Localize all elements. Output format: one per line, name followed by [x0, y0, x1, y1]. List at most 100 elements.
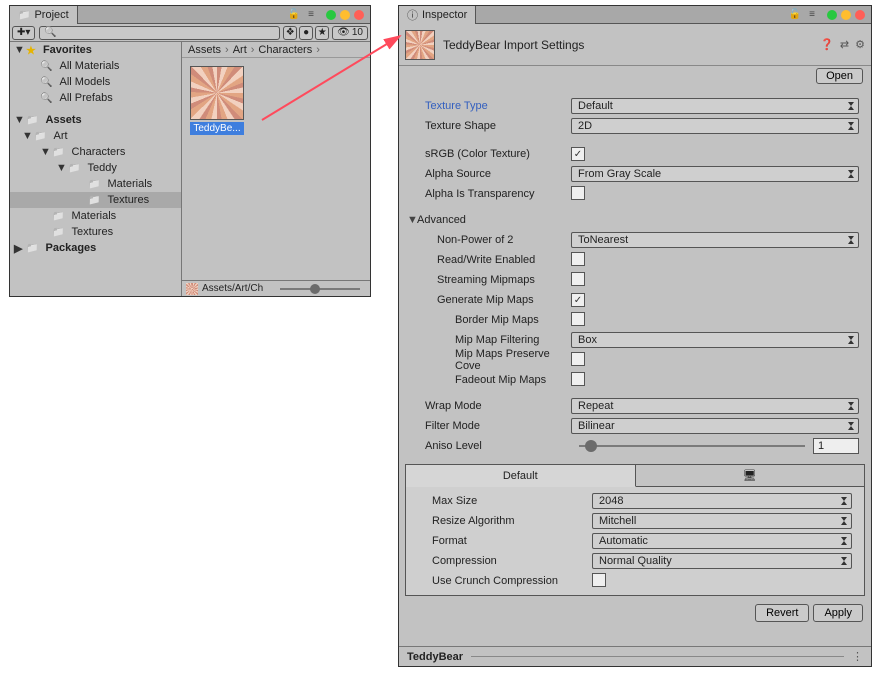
search-icon — [40, 60, 52, 72]
label-rw: Read/Write Enabled — [405, 254, 571, 266]
packages-header[interactable]: ▶ Packages — [10, 240, 181, 256]
checkbox-rw[interactable] — [571, 252, 585, 266]
asset-thumbnail[interactable]: TeddyBe... — [190, 66, 244, 135]
tree-teddy-materials[interactable]: Materials — [10, 176, 181, 192]
select-filter[interactable]: Bilinear — [571, 418, 859, 434]
aniso-input[interactable]: 1 — [813, 438, 859, 454]
select-compression[interactable]: Normal Quality — [592, 553, 852, 569]
checkbox-mip-preserve[interactable] — [571, 352, 585, 366]
select-texture-type[interactable]: Default — [571, 98, 859, 114]
apply-button[interactable]: Apply — [813, 604, 863, 622]
preview-menu-icon[interactable]: ⋮ — [852, 650, 863, 663]
eye-slash-icon: 👁 — [337, 27, 350, 38]
tree-characters[interactable]: ▼ Characters — [10, 144, 181, 160]
platform-tab-standalone[interactable]: 🖥 — [636, 465, 865, 487]
gear-icon[interactable]: ⚙ — [855, 38, 865, 51]
fav-item-all-materials[interactable]: All Materials — [10, 58, 181, 74]
select-mip-filter[interactable]: Box — [571, 332, 859, 348]
close-dot[interactable] — [354, 10, 364, 20]
window-menu-icon[interactable]: ≡ — [805, 9, 821, 20]
inspector-tab[interactable]: ⓘ Inspector — [399, 6, 476, 24]
platform-settings-box: Default 🖥 Max Size2048 Resize AlgorithmM… — [405, 464, 865, 596]
project-window: Project 🔓 ≡ ✚▾ 🔍 ❖ ● ★ 👁 10 ▼ Favorites … — [9, 5, 371, 297]
create-menu[interactable]: ✚▾ — [12, 26, 35, 40]
maximize-dot[interactable] — [340, 10, 350, 20]
info-icon: ⓘ — [407, 7, 418, 23]
label-aniso: Aniso Level — [405, 440, 571, 452]
label-format: Format — [412, 535, 592, 547]
favorites-header[interactable]: ▼ Favorites — [10, 42, 181, 58]
label-crunch: Use Crunch Compression — [412, 575, 592, 587]
label-compression: Compression — [412, 555, 592, 567]
thumbnail-size-slider[interactable] — [280, 288, 360, 290]
search-icon: 🔍 — [44, 27, 56, 38]
assets-header[interactable]: ▼ Assets — [10, 112, 181, 128]
platform-tab-default[interactable]: Default — [406, 465, 636, 487]
checkbox-srgb[interactable]: ✓ — [571, 147, 585, 161]
window-menu-icon[interactable]: ≡ — [304, 9, 320, 20]
tree-materials[interactable]: Materials — [10, 208, 181, 224]
tree-textures[interactable]: Textures — [10, 224, 181, 240]
checkbox-border-mip[interactable] — [571, 312, 585, 326]
preset-icon[interactable]: ⇄ — [840, 38, 849, 51]
search-input[interactable]: 🔍 — [39, 26, 280, 40]
asset-large-icon — [405, 30, 435, 60]
close-dot[interactable] — [855, 10, 865, 20]
footer-path: Assets/Art/Ch — [202, 283, 263, 294]
filter-by-type-button[interactable]: ❖ — [283, 26, 297, 40]
inspector-header: TeddyBear Import Settings ❓ ⇄ ⚙ — [399, 24, 871, 66]
lock-icon[interactable]: 🔓 — [789, 9, 801, 20]
select-wrap[interactable]: Repeat — [571, 398, 859, 414]
preview-header[interactable]: TeddyBear ⋮ — [399, 646, 871, 666]
tree-teddy[interactable]: ▼ Teddy — [10, 160, 181, 176]
label-mip-filter: Mip Map Filtering — [405, 334, 571, 346]
folder-icon — [26, 114, 38, 126]
minimize-dot[interactable] — [326, 10, 336, 20]
tree-art[interactable]: ▼ Art — [10, 128, 181, 144]
label-srgb: sRGB (Color Texture) — [405, 148, 571, 160]
checkbox-gen-mipmaps[interactable]: ✓ — [571, 293, 585, 307]
label-wrap: Wrap Mode — [405, 400, 571, 412]
lock-icon[interactable]: 🔓 — [288, 9, 300, 20]
page-title: TeddyBear Import Settings — [443, 38, 584, 52]
filter-by-label-button[interactable]: ● — [299, 26, 313, 40]
select-max-size[interactable]: 2048 — [592, 493, 852, 509]
help-icon[interactable]: ❓ — [820, 38, 834, 51]
breadcrumb-art[interactable]: Art — [233, 44, 247, 56]
hidden-toggle[interactable]: 👁 10 — [332, 26, 368, 40]
select-texture-shape[interactable]: 2D — [571, 118, 859, 134]
traffic-lights — [320, 10, 370, 20]
hidden-count: 10 — [352, 27, 363, 38]
breadcrumb-assets[interactable]: Assets — [188, 44, 221, 56]
select-alpha-source[interactable]: From Gray Scale — [571, 166, 859, 182]
select-resize-algo[interactable]: Mitchell — [592, 513, 852, 529]
checkbox-crunch[interactable] — [592, 573, 606, 587]
checkbox-fadeout-mip[interactable] — [571, 372, 585, 386]
label-filter: Filter Mode — [405, 420, 571, 432]
fav-item-all-prefabs[interactable]: All Prefabs — [10, 90, 181, 106]
maximize-dot[interactable] — [841, 10, 851, 20]
checkbox-alpha-transparency[interactable] — [571, 186, 585, 200]
revert-button[interactable]: Revert — [755, 604, 809, 622]
project-tab-label: Project — [34, 9, 68, 21]
aniso-slider[interactable] — [579, 445, 805, 447]
label-fadeout-mip: Fadeout Mip Maps — [405, 374, 571, 386]
label-texture-shape: Texture Shape — [405, 120, 571, 132]
label-resize-algo: Resize Algorithm — [412, 515, 592, 527]
save-search-button[interactable]: ★ — [315, 26, 329, 40]
monitor-icon: 🖥 — [743, 469, 757, 482]
tree-teddy-textures[interactable]: Textures — [10, 192, 181, 208]
minimize-dot[interactable] — [827, 10, 837, 20]
project-tab[interactable]: Project — [10, 6, 78, 24]
fav-item-all-models[interactable]: All Models — [10, 74, 181, 90]
checkbox-streaming-mipmaps[interactable] — [571, 272, 585, 286]
breadcrumb-characters[interactable]: Characters — [258, 44, 312, 56]
select-format[interactable]: Automatic — [592, 533, 852, 549]
label-mip-preserve: Mip Maps Preserve Cove — [405, 348, 571, 372]
inspector-tabstrip: ⓘ Inspector 🔓 ≡ — [399, 6, 871, 24]
advanced-section[interactable]: ▼Advanced — [399, 210, 871, 230]
label-gen-mipmaps: Generate Mip Maps — [405, 294, 571, 306]
open-button[interactable]: Open — [816, 68, 863, 84]
label-alpha-source: Alpha Source — [405, 168, 571, 180]
select-npot[interactable]: ToNearest — [571, 232, 859, 248]
